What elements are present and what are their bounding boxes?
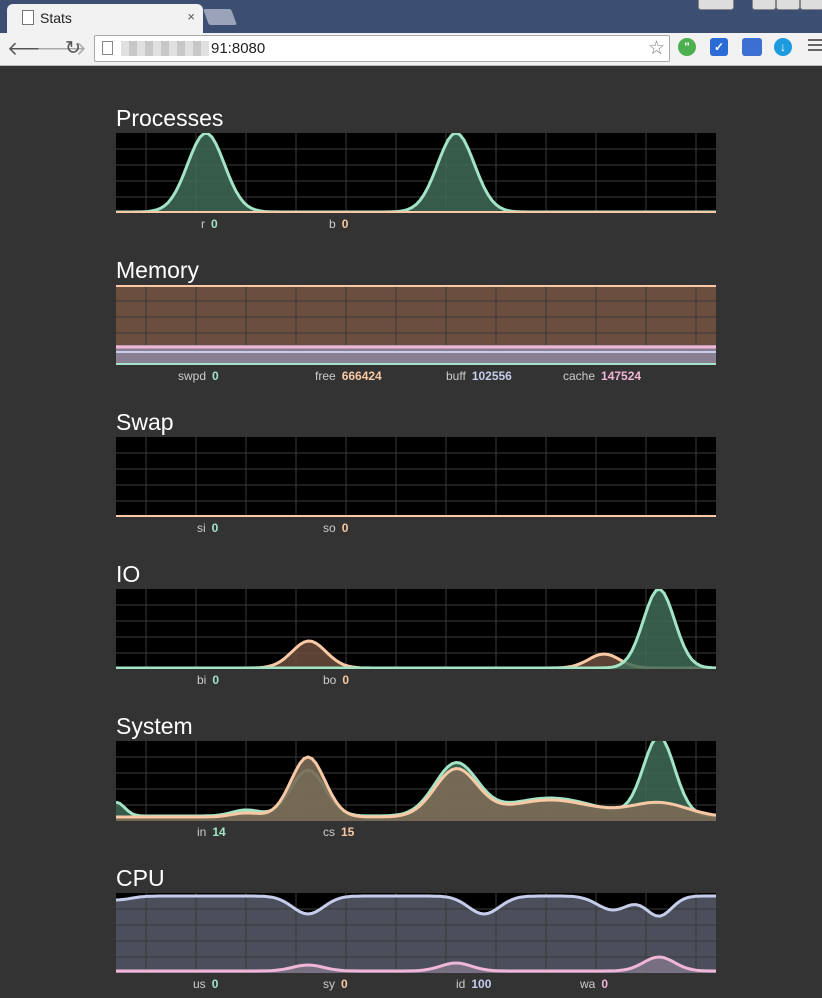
stat-b: b0: [329, 217, 349, 231]
browser-chrome: Stats × 🡐 🡒 ↻ 91:8080 ☆ " ✓ ↓: [0, 0, 822, 66]
reload-icon[interactable]: ↻: [65, 37, 81, 60]
checkmark-extension-icon[interactable]: ✓: [710, 38, 728, 56]
stat-free: free 666424: [315, 369, 382, 383]
redacted-url-part: [121, 41, 209, 56]
close-window-button[interactable]: [800, 0, 822, 10]
stat-us: us 0: [193, 977, 219, 991]
maximize-button[interactable]: [776, 0, 800, 10]
url-text: 91:8080: [211, 40, 266, 57]
bi-series-area: [116, 589, 716, 669]
panel-title: CPU: [116, 865, 165, 891]
page-icon: [22, 10, 34, 25]
cs-series-line: [116, 755, 716, 819]
panel-title: Memory: [116, 257, 200, 283]
stat-si: si 0: [197, 521, 219, 535]
stat-cs: cs 15: [323, 825, 355, 839]
panel-title: Swap: [116, 409, 174, 435]
calendar-extension-icon[interactable]: [742, 38, 762, 56]
bi-series-line: [116, 589, 716, 669]
swap-chart: [116, 437, 716, 517]
io-chart: [116, 589, 716, 669]
stat-wa: wa 0: [580, 977, 609, 991]
memory-chart: [116, 285, 716, 365]
tab-close-icon[interactable]: ×: [187, 9, 195, 24]
system-chart: [116, 741, 716, 821]
cpu-graph: [116, 893, 716, 973]
stat-swpd: swpd 0: [178, 369, 219, 383]
swap-graph: [116, 437, 716, 517]
panel-title: Processes: [116, 105, 224, 131]
system-graph: [116, 741, 716, 821]
stat-r: r0: [201, 217, 218, 231]
memory-graph: [116, 285, 716, 365]
page-icon: [102, 41, 113, 55]
stat-so: so 0: [323, 521, 349, 535]
tab-stats[interactable]: Stats ×: [7, 4, 203, 33]
profile-button[interactable]: [698, 0, 734, 10]
menu-icon[interactable]: [808, 39, 822, 53]
minimize-button[interactable]: [752, 0, 776, 10]
stat-bo: bo 0: [323, 673, 350, 687]
address-bar[interactable]: 91:8080 ☆: [94, 35, 670, 62]
stat-id: id 100: [456, 977, 492, 991]
r-series-area: [116, 133, 716, 213]
panel-title: IO: [116, 561, 141, 587]
download-extension-icon[interactable]: ↓: [774, 38, 792, 56]
new-tab-button[interactable]: [203, 9, 237, 25]
hangouts-extension-icon[interactable]: ": [678, 38, 696, 56]
processes-chart: [116, 133, 716, 213]
stat-buff: buff 102556: [446, 369, 512, 383]
nav-bar: 🡐 🡒 ↻ 91:8080 ☆ " ✓ ↓: [0, 33, 822, 66]
processes-graph: [116, 133, 716, 213]
stat-cache: cache 147524: [563, 369, 642, 383]
stat-in: in 14: [197, 825, 226, 839]
tab-strip: Stats ×: [0, 0, 822, 33]
stat-bi: bi 0: [197, 673, 220, 687]
io-graph: [116, 589, 716, 669]
stat-sy: sy 0: [323, 977, 348, 991]
bookmark-star-icon[interactable]: ☆: [648, 37, 665, 60]
cpu-chart: [116, 893, 716, 973]
panel-title: System: [116, 713, 193, 739]
tab-title: Stats: [40, 10, 72, 26]
